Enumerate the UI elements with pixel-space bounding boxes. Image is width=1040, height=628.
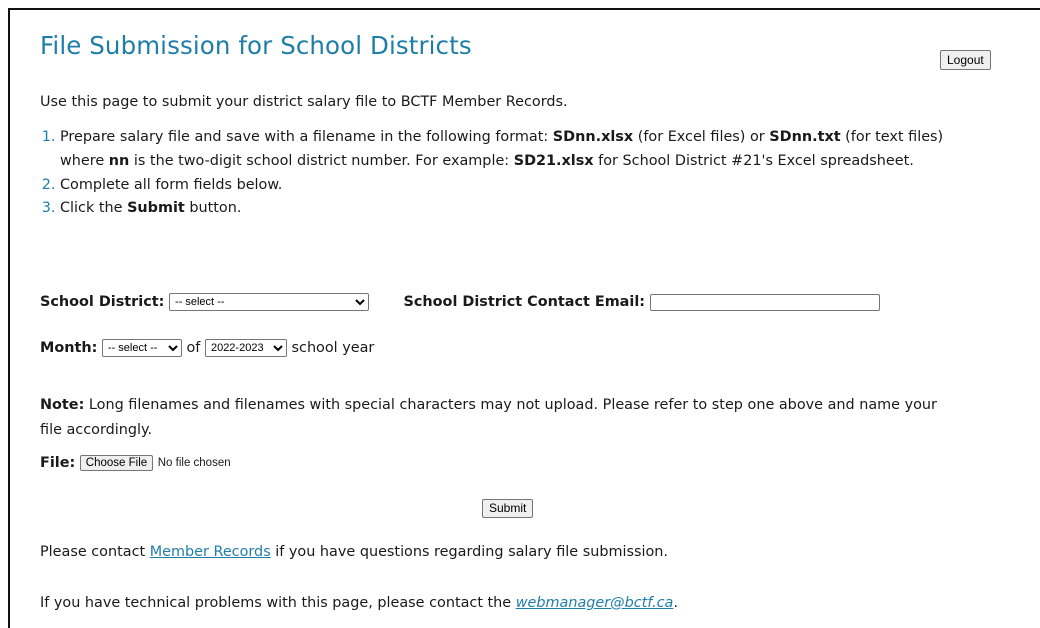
note-label: Note: bbox=[40, 397, 85, 413]
file-label: File: bbox=[40, 455, 76, 471]
main-content: File Submission for School Districts Log… bbox=[40, 30, 1000, 611]
page-title: File Submission for School Districts bbox=[40, 31, 472, 60]
district-row: School District: -- select -- School Dis… bbox=[40, 293, 880, 311]
contact-email-input[interactable] bbox=[649, 293, 880, 311]
tech-contact: If you have technical problems with this… bbox=[40, 595, 678, 611]
month-select[interactable]: -- select -- bbox=[101, 339, 182, 357]
intro-text: Use this page to submit your district sa… bbox=[40, 94, 568, 110]
submit-button[interactable]: Submit bbox=[482, 499, 534, 518]
school-year-text: school year bbox=[291, 340, 375, 356]
member-records-contact: Please contact Member Records if you hav… bbox=[40, 544, 668, 560]
list-item-step-2: Complete all form fields below. bbox=[60, 174, 990, 198]
of-text: of bbox=[186, 340, 201, 356]
school-district-label: School District: bbox=[40, 294, 165, 310]
webmanager-email-link[interactable]: webmanager@bctf.ca bbox=[516, 595, 674, 611]
month-row: Month: -- select -- of 2022-2023 school … bbox=[40, 339, 374, 357]
month-label: Month: bbox=[40, 340, 98, 356]
contact-email-label: School District Contact Email: bbox=[403, 294, 646, 310]
file-row: File: Choose File No file chosen bbox=[40, 455, 231, 471]
list-item-step-3: Click the Submit button. bbox=[60, 197, 990, 221]
logout-button[interactable]: Logout bbox=[940, 50, 991, 70]
file-status-text: No file chosen bbox=[157, 457, 231, 469]
member-records-link[interactable]: Member Records bbox=[150, 544, 271, 560]
instructions-list: Prepare salary file and save with a file… bbox=[40, 126, 990, 221]
list-item-step-1: Prepare salary file and save with a file… bbox=[60, 126, 990, 174]
school-district-select[interactable]: -- select -- bbox=[168, 293, 369, 311]
choose-file-button[interactable]: Choose File bbox=[79, 455, 154, 471]
school-year-select[interactable]: 2022-2023 bbox=[204, 339, 287, 357]
note-text: Note: Long filenames and filenames with … bbox=[40, 397, 937, 438]
page-frame: File Submission for School Districts Log… bbox=[8, 8, 1040, 628]
